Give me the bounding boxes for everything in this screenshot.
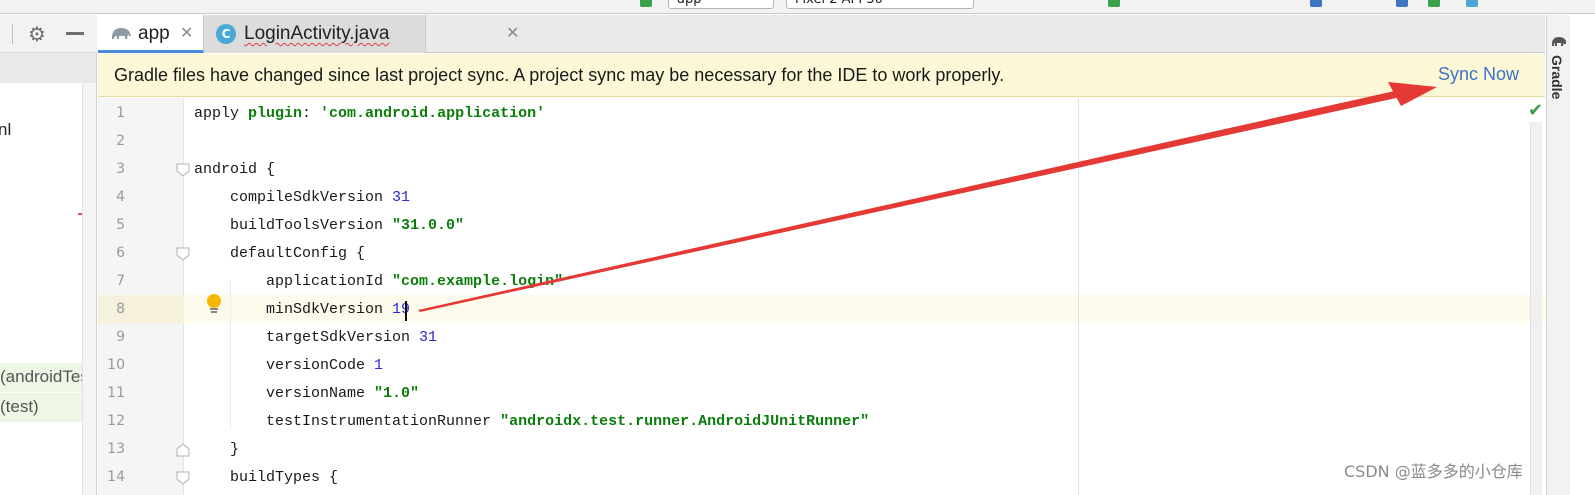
device-combo[interactable]: Pixel 2 API 30 (786, 0, 974, 9)
project-panel-header (0, 53, 96, 83)
code-token: "1.0" (374, 385, 420, 402)
tree-item-test[interactable]: (test) (0, 393, 82, 422)
editor-scrollbar[interactable] (1530, 122, 1542, 495)
code-token: testInstrumentationRunner (194, 413, 501, 430)
line-number: 14 (107, 469, 125, 485)
close-icon[interactable]: ✕ (180, 23, 193, 42)
line-number: 12 (107, 413, 125, 429)
code-token: versionCode (194, 357, 375, 374)
notification-message: Gradle files have changed since last pro… (114, 65, 1005, 85)
avd-manager-icon[interactable] (1396, 0, 1408, 7)
line-number: 13 (107, 441, 125, 457)
lightbulb-icon[interactable] (205, 293, 223, 315)
code-line: versionCode 1 (194, 357, 383, 374)
line-number: 1 (116, 105, 125, 121)
code-token: compileSdkVersion (194, 189, 393, 206)
download-icon[interactable] (1466, 0, 1478, 7)
make-icon[interactable] (640, 0, 652, 7)
code-token: } (194, 441, 240, 458)
line-number: 3 (116, 161, 125, 177)
project-panel-toolbar: ⚙ (0, 15, 97, 53)
code-token: buildToolsVersion (194, 217, 393, 234)
fold-marker-icon[interactable] (176, 163, 190, 177)
minimize-icon[interactable] (66, 32, 84, 35)
gear-icon[interactable]: ⚙ (26, 23, 48, 45)
code-token: 31 (392, 189, 411, 206)
code-line: compileSdkVersion 31 (194, 189, 410, 206)
tab-app[interactable]: app ✕ (98, 15, 204, 53)
line-number: 8 (116, 301, 125, 317)
code-editor[interactable]: 1 apply plugin: 'com.android.application'… (98, 98, 1545, 495)
fold-marker-icon[interactable] (176, 247, 190, 261)
java-class-icon: C (216, 24, 236, 44)
line-number: 6 (116, 245, 125, 261)
code-line: minSdkVersion 19 (194, 301, 410, 318)
fold-marker-icon[interactable] (176, 471, 190, 485)
code-token: plugin (248, 105, 303, 122)
code-line: } (194, 441, 239, 458)
toolbar-separator (12, 24, 13, 44)
gradle-tool-button[interactable]: Gradle (1549, 55, 1565, 99)
code-token: apply (194, 105, 249, 122)
code-line: applicationId "com.example.login" (194, 273, 563, 290)
tree-item-label: (androidTest) (0, 367, 82, 386)
line-number: 5 (116, 217, 125, 233)
code-token: buildTypes { (194, 469, 339, 486)
project-panel-scrollbar[interactable] (82, 83, 96, 495)
main-toolbar: app Pixel 2 API 30 (0, 0, 1595, 14)
fold-marker-icon[interactable] (176, 443, 190, 457)
sync-project-icon[interactable] (1428, 0, 1440, 7)
gradle-elephant-icon (112, 28, 131, 39)
code-token: versionName (194, 385, 375, 402)
code-token: : (302, 105, 321, 122)
tree-item[interactable]: nl (0, 120, 11, 140)
code-line: testInstrumentationRunner "androidx.test… (194, 413, 869, 430)
code-token: "com.example.login" (392, 273, 564, 290)
line-number: 7 (116, 273, 125, 289)
sdk-manager-icon[interactable] (1310, 0, 1322, 7)
line-number: 2 (116, 133, 125, 149)
gradle-sync-notification: Gradle files have changed since last pro… (98, 54, 1545, 97)
line-number: 10 (107, 357, 125, 373)
code-line: versionName "1.0" (194, 385, 419, 402)
tab-label: app (138, 23, 170, 44)
watermark: CSDN @蓝多多的小仓库 (1344, 462, 1523, 481)
code-token: "androidx.test.runner.AndroidJUnitRunner… (500, 413, 870, 430)
sync-now-link[interactable]: Sync Now (1438, 64, 1519, 85)
checkmark-icon: ✔ (1528, 100, 1544, 121)
code-token: 'com.android.application' (320, 105, 546, 122)
code-token: minSdkVersion (194, 301, 393, 318)
code-line: defaultConfig { (194, 245, 365, 262)
code-token: 19 (392, 301, 411, 318)
tree-item-android-test[interactable]: (androidTest) (0, 363, 82, 392)
close-icon[interactable]: ✕ (506, 23, 519, 42)
run-config-combo[interactable]: app (668, 0, 774, 9)
code-line: buildToolsVersion "31.0.0" (194, 217, 464, 234)
tab-label: LoginActivity.java (244, 23, 390, 44)
tab-login-activity[interactable]: C LoginActivity.java ✕ (204, 15, 519, 53)
line-number: 9 (116, 329, 125, 345)
code-token: applicationId (194, 273, 393, 290)
project-panel: ⚙ nl (androidTest) (test) (0, 15, 97, 495)
code-token: targetSdkVersion (194, 329, 420, 346)
line-number: 4 (116, 189, 125, 205)
code-token: defaultConfig { (194, 245, 366, 262)
code-token: 31 (419, 329, 438, 346)
code-token: android { (194, 161, 276, 178)
editor-tabs: app ✕ C LoginActivity.java ✕ (98, 15, 1545, 53)
text-caret (405, 301, 407, 321)
right-margin-guide (1078, 98, 1079, 495)
tree-item-label: (test) (0, 397, 39, 416)
code-line: buildTypes { (194, 469, 338, 486)
line-number: 11 (107, 385, 125, 401)
code-line: apply plugin: 'com.android.application' (194, 105, 545, 122)
code-token: "31.0.0" (392, 217, 465, 234)
code-token: 1 (374, 357, 384, 374)
code-line: android { (194, 161, 275, 178)
code-line: targetSdkVersion 31 (194, 329, 437, 346)
run-icon[interactable] (1108, 0, 1120, 7)
right-tool-strip: Gradle (1546, 15, 1570, 495)
gradle-elephant-icon (1552, 37, 1566, 46)
